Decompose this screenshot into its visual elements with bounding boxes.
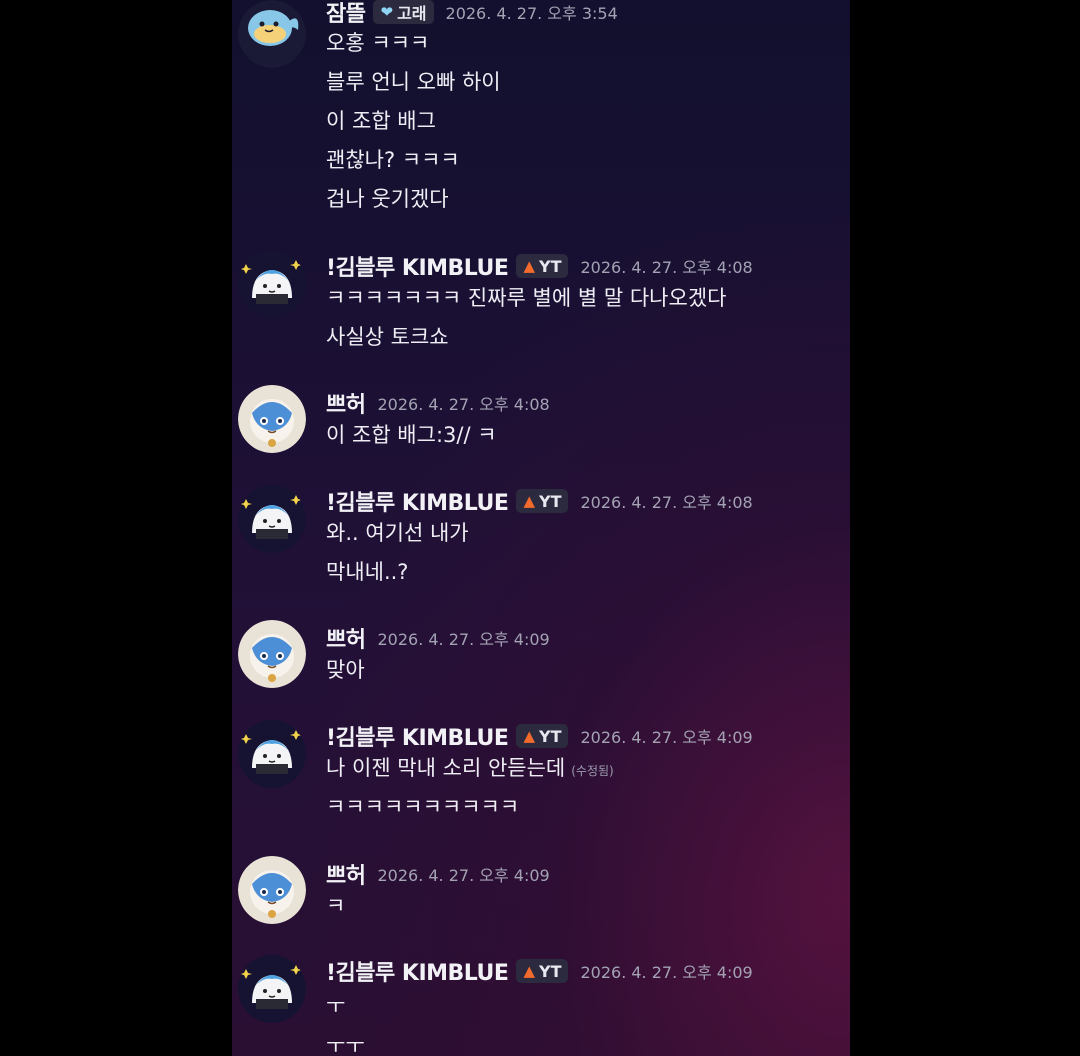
timestamp: 2026. 4. 27. 오후 4:09: [377, 630, 550, 649]
cat-avatar-icon: [238, 485, 306, 553]
timestamp: 2026. 4. 27. 오후 4:09: [580, 728, 753, 747]
badge-label: YT: [538, 961, 562, 981]
message-header: !김블루 KIMBLUE ▲ YT 2026. 4. 27. 오후 4:08: [326, 250, 753, 282]
avatar-sheep[interactable]: [238, 385, 306, 453]
author-name[interactable]: 쁘허: [326, 387, 366, 419]
chat-message-list[interactable]: 잠뜰 ❤ 고래 2026. 4. 27. 오후 3:54 오홍 ㅋㅋㅋ 블루 언…: [232, 0, 850, 1056]
timestamp: 2026. 4. 27. 오후 4:09: [377, 866, 550, 885]
message-header: !김블루 KIMBLUE ▲ YT 2026. 4. 27. 오후 4:09: [326, 955, 753, 987]
message-header: 잠뜰 ❤ 고래 2026. 4. 27. 오후 3:54: [326, 0, 618, 28]
cat-avatar-icon: [238, 720, 306, 788]
fire-icon: ▲: [523, 726, 535, 745]
badge-label: YT: [538, 726, 562, 746]
fire-icon: ▲: [523, 256, 535, 275]
sheep-avatar-icon: [238, 856, 306, 924]
timestamp: 2026. 4. 27. 오후 4:08: [377, 395, 550, 414]
message-line: 와.. 여기선 내가: [326, 521, 469, 545]
fire-icon: ▲: [523, 491, 535, 510]
author-name[interactable]: 쁘허: [326, 858, 366, 890]
avatar-kimblue[interactable]: [238, 485, 306, 553]
message-text: 나 이젠 막내 소리 안듣는데: [326, 756, 566, 780]
cat-avatar-icon: [238, 955, 306, 1023]
message-line: 이 조합 배그:3// ㅋ: [326, 423, 497, 447]
message-line: ㅋ: [326, 894, 346, 918]
avatar-whale[interactable]: [238, 0, 306, 68]
role-badge[interactable]: ▲ YT: [516, 254, 569, 278]
timestamp: 2026. 4. 27. 오후 3:54: [445, 4, 618, 23]
message-header: 쁘허 2026. 4. 27. 오후 4:09: [326, 622, 550, 654]
message-line: ㅋㅋㅋㅋㅋㅋㅋ 진짜루 별에 별 말 다나오겠다: [326, 286, 727, 310]
badge-label: YT: [538, 491, 562, 511]
avatar-kimblue[interactable]: [238, 955, 306, 1023]
timestamp: 2026. 4. 27. 오후 4:09: [580, 963, 753, 982]
message-line: 사실상 토크쇼: [326, 325, 449, 349]
author-name[interactable]: !김블루 KIMBLUE: [326, 955, 509, 987]
message-header: 쁘허 2026. 4. 27. 오후 4:09: [326, 858, 550, 890]
fire-icon: ▲: [523, 961, 535, 980]
author-name[interactable]: !김블루 KIMBLUE: [326, 485, 509, 517]
role-badge[interactable]: ▲ YT: [516, 724, 569, 748]
sheep-avatar-icon: [238, 385, 306, 453]
role-badge[interactable]: ▲ YT: [516, 489, 569, 513]
message-header: !김블루 KIMBLUE ▲ YT 2026. 4. 27. 오후 4:09: [326, 720, 753, 752]
message-line: ㅜㅜ: [326, 1034, 365, 1056]
badge-label: YT: [538, 256, 562, 276]
message-header: 쁘허 2026. 4. 27. 오후 4:08: [326, 387, 550, 419]
timestamp: 2026. 4. 27. 오후 4:08: [580, 493, 753, 512]
message-line: 블루 언니 오빠 하이: [326, 70, 501, 94]
author-name[interactable]: !김블루 KIMBLUE: [326, 250, 509, 282]
sheep-avatar-icon: [238, 620, 306, 688]
edited-label: (수정됨): [571, 764, 614, 778]
whale-avatar-icon: [238, 0, 306, 68]
message-line: 맞아: [326, 658, 365, 682]
message-line: 괜찮나? ㅋㅋㅋ: [326, 148, 460, 172]
heart-icon: ❤: [380, 2, 394, 21]
role-badge[interactable]: ▲ YT: [516, 959, 569, 983]
avatar-kimblue[interactable]: [238, 250, 306, 318]
avatar-kimblue[interactable]: [238, 720, 306, 788]
message-line: ㅜ: [326, 994, 346, 1018]
message-line: 겁나 웃기겠다: [326, 187, 449, 211]
timestamp: 2026. 4. 27. 오후 4:08: [580, 258, 753, 277]
message-line: 막내네..?: [326, 560, 409, 584]
message-line: ㅋㅋㅋㅋㅋㅋㅋㅋㅋㅋ: [326, 795, 520, 819]
message-line: 이 조합 배그: [326, 109, 436, 133]
avatar-sheep[interactable]: [238, 620, 306, 688]
author-name[interactable]: 쁘허: [326, 622, 366, 654]
author-name[interactable]: 잠뜰: [326, 0, 366, 28]
author-name[interactable]: !김블루 KIMBLUE: [326, 720, 509, 752]
badge-label: 고래: [397, 4, 427, 23]
message-line: 나 이젠 막내 소리 안듣는데 (수정됨): [326, 753, 614, 783]
avatar-sheep[interactable]: [238, 856, 306, 924]
cat-avatar-icon: [238, 250, 306, 318]
message-line: 오홍 ㅋㅋㅋ: [326, 31, 430, 55]
message-header: !김블루 KIMBLUE ▲ YT 2026. 4. 27. 오후 4:08: [326, 485, 753, 517]
role-badge[interactable]: ❤ 고래: [373, 0, 434, 24]
